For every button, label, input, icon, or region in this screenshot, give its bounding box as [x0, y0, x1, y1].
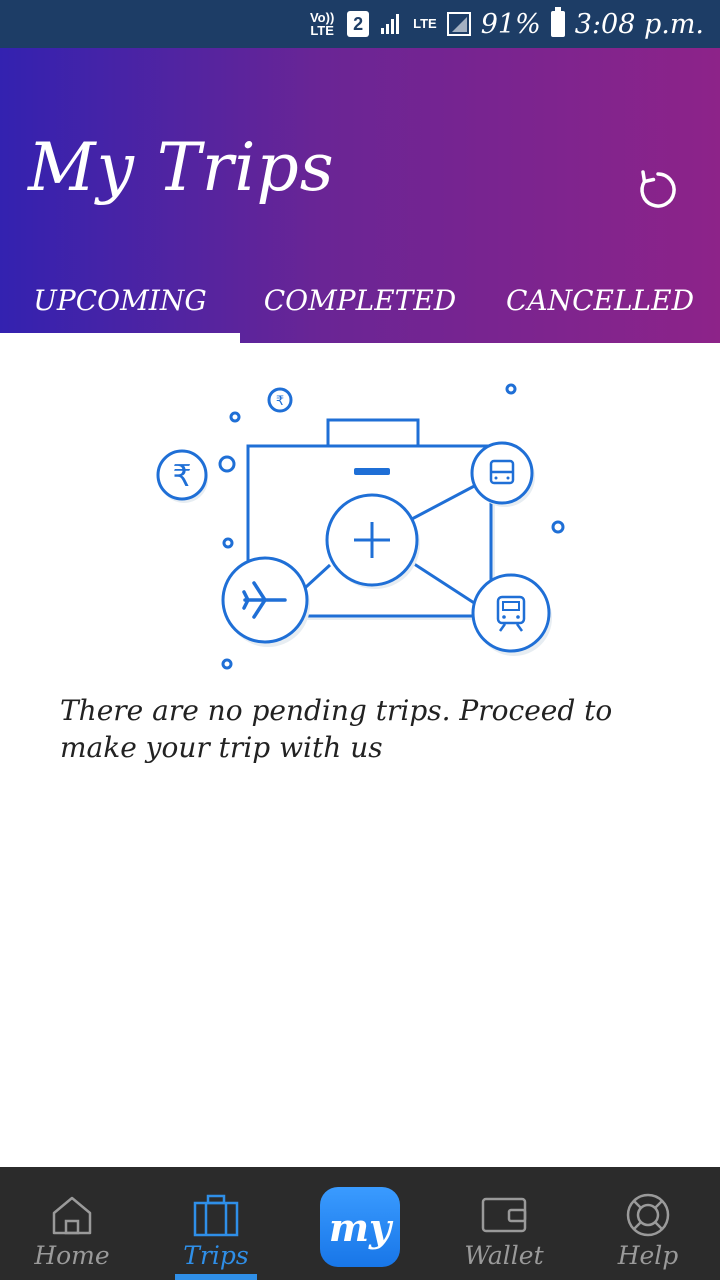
- lifebuoy-icon: [626, 1193, 670, 1237]
- refresh-button[interactable]: [628, 164, 688, 216]
- status-bar: Vo)) LTE 2 LTE 91% 3:08 p.m.: [0, 0, 720, 48]
- dot-decoration: [229, 411, 241, 423]
- page-title: My Trips: [28, 129, 335, 206]
- empty-state-message: There are no pending trips. Proceed to m…: [60, 694, 613, 764]
- tab-upcoming[interactable]: UPCOMING: [0, 268, 240, 333]
- clock: 3:08 p.m.: [574, 8, 704, 40]
- battery-icon: [550, 7, 565, 37]
- network-type: LTE: [413, 16, 437, 31]
- nav-label: Help: [617, 1241, 679, 1270]
- svg-text:₹: ₹: [276, 394, 284, 409]
- refresh-icon: [640, 170, 676, 208]
- app-logo: my: [320, 1187, 400, 1267]
- sim-slot-badge: 2: [347, 11, 370, 37]
- nav-help[interactable]: Help: [576, 1167, 720, 1280]
- nav-home[interactable]: Home: [0, 1167, 144, 1280]
- train-icon: [471, 573, 552, 656]
- nav-wallet[interactable]: Wallet: [432, 1167, 576, 1280]
- tab-completed[interactable]: COMPLETED: [240, 268, 480, 333]
- nav-logo[interactable]: my: [288, 1167, 432, 1280]
- nav-label: Wallet: [464, 1241, 544, 1270]
- ring-decoration: [218, 455, 236, 473]
- trip-tabs: UPCOMING COMPLETED CANCELLED: [0, 268, 720, 333]
- empty-trips-illustration: ₹ ₹: [156, 383, 565, 670]
- dot-decoration: [505, 383, 517, 395]
- active-tab-indicator: [0, 333, 240, 343]
- app-header: My Trips UPCOMING COMPLETED CANCELLED: [0, 48, 720, 343]
- nav-label: Home: [34, 1241, 110, 1270]
- volte-indicator: Vo)) LTE: [309, 10, 335, 38]
- nav-trips[interactable]: Trips: [144, 1167, 288, 1280]
- wallet-icon: [481, 1197, 527, 1233]
- battery-percent: 91%: [480, 8, 541, 40]
- home-icon: [52, 1196, 92, 1235]
- dot-decoration: [551, 520, 565, 534]
- tab-cancelled[interactable]: CANCELLED: [480, 268, 720, 333]
- bottom-nav: Home Trips my Wallet Help: [0, 1167, 720, 1280]
- nav-active-indicator: [175, 1274, 257, 1280]
- dot-decoration: [221, 658, 233, 670]
- dot-decoration: [222, 537, 234, 549]
- signal-box-icon: [446, 12, 471, 36]
- flight-icon: [221, 556, 310, 647]
- svg-text:₹: ₹: [172, 459, 191, 494]
- nav-label: Trips: [183, 1241, 249, 1270]
- signal-icon: [381, 14, 400, 34]
- rupee-icon: ₹: [267, 387, 293, 413]
- suitcase-icon: [193, 1194, 239, 1237]
- rupee-icon: ₹: [156, 449, 208, 503]
